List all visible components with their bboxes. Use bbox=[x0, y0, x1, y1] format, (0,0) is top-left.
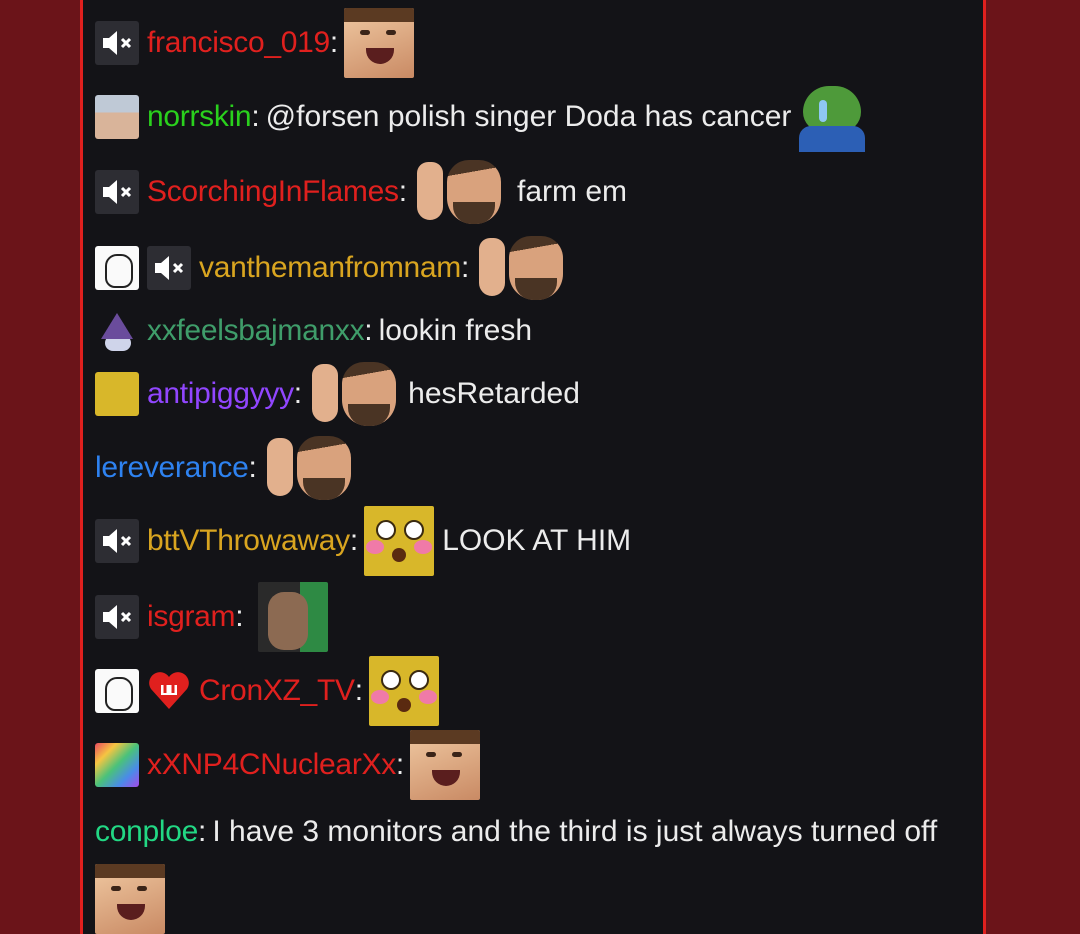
message-text: LOOK AT HIM bbox=[442, 524, 632, 557]
chat-message: conploe: I have 3 monitors and the third … bbox=[95, 800, 965, 934]
chat-panel: francisco_019: norrskin: @forsen polish … bbox=[80, 0, 986, 934]
forsen-laugh-emote[interactable] bbox=[344, 8, 415, 78]
mute-icon[interactable] bbox=[95, 519, 139, 563]
username[interactable]: xxfeelsbajmanxx bbox=[147, 314, 365, 348]
username[interactable]: vanthemanfromnam bbox=[199, 251, 461, 285]
mute-icon[interactable] bbox=[147, 246, 191, 290]
chat-message: xXNP4CNuclearXx: bbox=[95, 730, 971, 800]
bearded-man-emote[interactable] bbox=[257, 582, 328, 652]
avatar-glasses bbox=[95, 95, 139, 139]
colon: : bbox=[398, 175, 408, 208]
colon: : bbox=[329, 26, 339, 59]
forsen-point-emote[interactable] bbox=[263, 432, 355, 504]
forsen-point-emote[interactable] bbox=[413, 156, 505, 228]
colon: : bbox=[293, 377, 303, 410]
forsen-laugh-emote[interactable] bbox=[410, 730, 481, 800]
colon: : bbox=[198, 815, 207, 848]
message-text: hesRetarded bbox=[408, 377, 580, 410]
colon: : bbox=[251, 100, 260, 133]
username[interactable]: xXNP4CNuclearXx bbox=[147, 748, 396, 782]
chat-message: vanthemanfromnam: bbox=[95, 232, 971, 304]
message-text: @forsen polish singer Doda has cancer bbox=[265, 100, 792, 133]
message-text: lookin fresh bbox=[378, 314, 533, 347]
chat-message: lereverance: bbox=[95, 432, 971, 504]
heart-badge-icon bbox=[147, 669, 191, 713]
username[interactable]: antipiggyyy bbox=[147, 377, 294, 411]
username[interactable]: lereverance bbox=[95, 451, 249, 485]
username[interactable]: isgram bbox=[147, 600, 236, 634]
chat-message: antipiggyyy: hesRetarded bbox=[95, 358, 971, 430]
username[interactable]: ScorchingInFlames bbox=[147, 175, 399, 209]
username[interactable]: CronXZ_TV bbox=[199, 674, 355, 708]
avatar-doodle bbox=[95, 669, 139, 713]
colon: : bbox=[354, 674, 364, 707]
username[interactable]: norrskin bbox=[147, 100, 252, 134]
mute-icon[interactable] bbox=[95, 170, 139, 214]
forsen-point-emote[interactable] bbox=[308, 358, 400, 430]
chat-message: francisco_019: bbox=[95, 8, 971, 78]
chat-message: norrskin: @forsen polish singer Doda has… bbox=[95, 82, 971, 152]
pepe-hands-emote[interactable] bbox=[797, 82, 867, 152]
colon: : bbox=[235, 600, 244, 633]
forsen-point-emote[interactable] bbox=[475, 232, 567, 304]
blush-face-emote[interactable] bbox=[364, 506, 435, 576]
colon: : bbox=[248, 451, 257, 484]
chat-message: bttVThrowaway: LOOK AT HIM bbox=[95, 506, 971, 576]
chat-message: isgram: bbox=[95, 582, 971, 652]
blush-face-emote[interactable] bbox=[369, 656, 440, 726]
chat-message: CronXZ_TV: bbox=[95, 656, 971, 726]
message-text: I have 3 monitors and the third is just … bbox=[212, 815, 938, 848]
chat-message: xxfeelsbajmanxx: lookin fresh bbox=[95, 309, 971, 353]
colon: : bbox=[461, 251, 470, 284]
forsen-laugh-emote[interactable] bbox=[95, 864, 165, 934]
mute-icon[interactable] bbox=[95, 595, 139, 639]
colon: : bbox=[364, 314, 373, 347]
username[interactable]: francisco_019 bbox=[147, 26, 330, 60]
username[interactable]: conploe bbox=[95, 815, 198, 848]
colon: : bbox=[349, 524, 359, 557]
avatar-yellow bbox=[95, 372, 139, 416]
mute-icon[interactable] bbox=[95, 21, 139, 65]
username[interactable]: bttVThrowaway bbox=[147, 524, 350, 558]
chat-message: ScorchingInFlames: farm em bbox=[95, 156, 971, 228]
colon: : bbox=[395, 748, 405, 781]
avatar-doodle bbox=[95, 246, 139, 290]
avatar-wizard bbox=[95, 309, 139, 353]
message-text: farm em bbox=[517, 175, 628, 208]
avatar-rainbow bbox=[95, 743, 139, 787]
